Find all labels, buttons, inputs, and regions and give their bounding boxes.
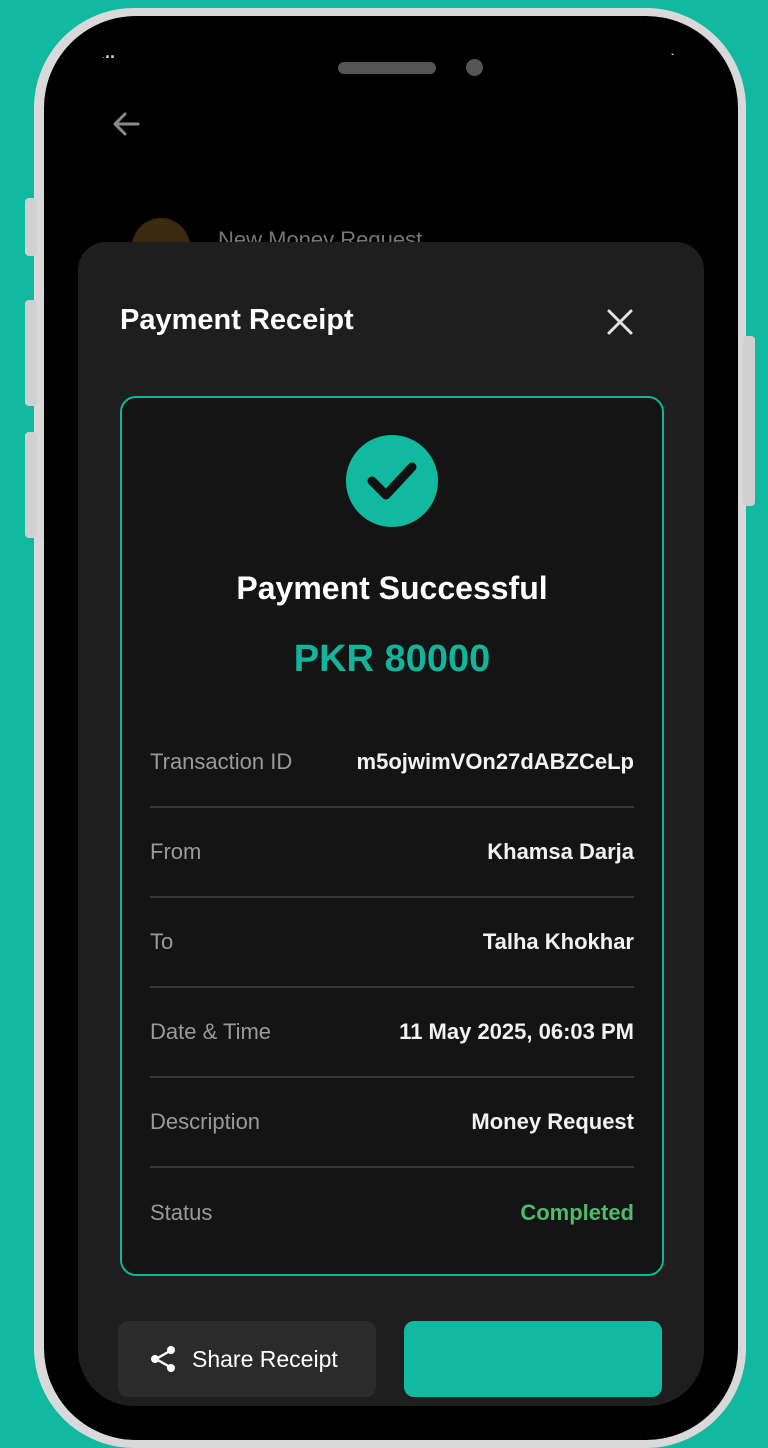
row-label: From — [150, 839, 202, 864]
row-from: From Khamsa Darja — [150, 808, 634, 898]
row-to: To Talha Khokhar — [150, 898, 634, 988]
status-value: Completed — [520, 1200, 634, 1225]
check-circle-icon — [346, 435, 438, 527]
sheet-title: Payment Receipt — [120, 304, 354, 336]
row-label: Status — [150, 1200, 213, 1225]
share-receipt-button[interactable]: Share Receipt — [118, 1321, 376, 1397]
row-value: m5ojwimVOn27dABZCeLp — [356, 749, 634, 774]
share-receipt-label: Share Receipt — [192, 1345, 338, 1372]
phone-notch — [212, 40, 570, 98]
status-time: ... — [100, 48, 116, 62]
row-label: Date & Time — [150, 1019, 272, 1044]
phone-screen: ... ... New Money Request Payment Receip… — [78, 48, 704, 1406]
row-label: To — [150, 929, 174, 954]
back-arrow-icon[interactable] — [108, 106, 144, 142]
side-button-power — [743, 336, 755, 506]
row-value: Khamsa Darja — [487, 839, 634, 864]
receipt-details: Transaction ID m5ojwimVOn27dABZCeLp From… — [150, 718, 634, 1258]
status-icons: ... — [670, 48, 684, 59]
speaker-grille — [338, 62, 436, 74]
success-title: Payment Successful — [236, 570, 548, 606]
payment-amount: PKR 80000 — [293, 638, 491, 680]
front-camera — [466, 59, 483, 76]
receipt-sheet: Payment Receipt Payment Successful PKR 8… — [78, 242, 704, 1406]
side-button-mute — [25, 198, 37, 256]
side-button-volume-up — [25, 300, 37, 406]
receipt-card: Payment Successful PKR 80000 Transaction… — [120, 396, 664, 1276]
row-date-time: Date & Time 11 May 2025, 06:03 PM — [150, 988, 634, 1078]
share-icon — [151, 1346, 175, 1372]
close-icon[interactable] — [604, 306, 636, 338]
primary-action-button[interactable] — [404, 1321, 662, 1397]
row-value: Talha Khokhar — [482, 929, 634, 954]
row-transaction-id: Transaction ID m5ojwimVOn27dABZCeLp — [150, 718, 634, 808]
side-button-volume-down — [25, 432, 37, 538]
row-description: Description Money Request — [150, 1078, 634, 1168]
row-label: Transaction ID — [150, 749, 293, 774]
row-label: Description — [150, 1109, 261, 1134]
row-status: Status Completed — [150, 1168, 634, 1258]
row-value: Money Request — [471, 1109, 634, 1134]
row-value: 11 May 2025, 06:03 PM — [399, 1019, 634, 1044]
